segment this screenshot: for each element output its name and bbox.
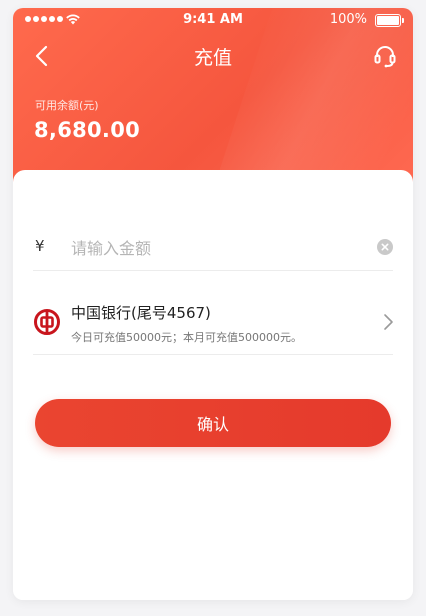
page-title: 充值	[193, 47, 232, 69]
bank-name: 中国银行(尾号4567)	[71, 304, 211, 322]
balance-label: 可用余额(元)	[35, 99, 99, 112]
chevron-right-icon	[384, 314, 393, 330]
bank-card-selector[interactable]: 中国银行(尾号4567) 今日可充值50000元；本月可充值500000元。	[33, 290, 393, 355]
confirm-button[interactable]: 确认	[35, 399, 391, 447]
bank-of-china-logo-icon	[34, 309, 60, 335]
nav-bar: 充值	[13, 36, 413, 76]
currency-symbol: ¥	[35, 237, 45, 255]
balance-value: 8,680.00	[34, 118, 141, 142]
amount-row: ¥	[33, 224, 393, 271]
clear-icon[interactable]	[377, 239, 393, 255]
recharge-card: ¥ 中国银行(尾号4567) 今日可充值50000元；本月可充值500000元。…	[13, 170, 413, 600]
amount-input[interactable]	[69, 232, 363, 264]
status-bar: 9:41 AM 100%	[13, 8, 413, 30]
phone-screen: 9:41 AM 100% 充值 可用余额(元) 8,680.00 ¥ 请输入金额…	[13, 8, 413, 600]
headset-icon[interactable]	[371, 42, 399, 70]
bank-limit-text: 今日可充值50000元；本月可充值500000元。	[71, 331, 302, 344]
battery-percent: 100%	[329, 12, 367, 27]
battery-icon	[375, 14, 404, 27]
